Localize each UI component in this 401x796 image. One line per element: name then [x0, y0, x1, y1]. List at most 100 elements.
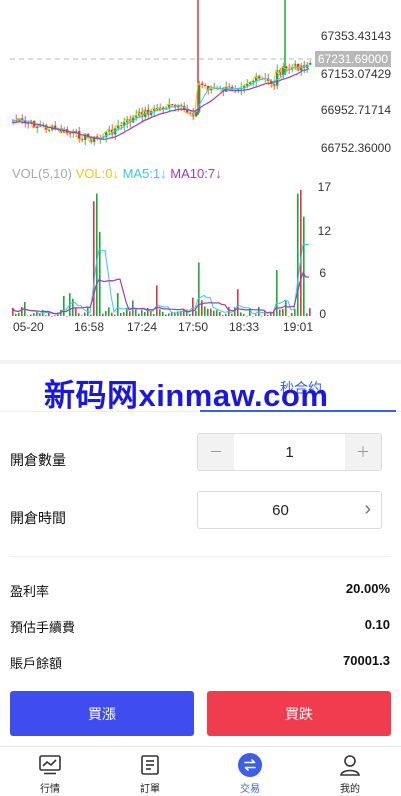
volume-bar — [51, 315, 53, 317]
volume-bar — [90, 314, 92, 316]
vol-legend-ma10: MA10:7↓ — [170, 166, 222, 181]
document-icon — [120, 751, 180, 779]
volume-bar — [201, 300, 203, 316]
quantity-row: 開倉數量 － 1 ＋ — [0, 430, 401, 488]
volume-bar — [306, 313, 308, 316]
nav-orders[interactable]: 訂單 — [120, 751, 180, 795]
nav-market[interactable]: 行情 — [20, 751, 80, 795]
volume-bar — [285, 300, 287, 316]
nav-profile[interactable]: 我的 — [320, 751, 380, 795]
volume-legend: VOL(5,10) VOL:0↓ MA5:1↓ MA10:7↓ — [12, 166, 222, 181]
ma-line-cyan — [11, 65, 310, 139]
volume-bar — [129, 311, 131, 316]
volume-bar — [102, 313, 104, 316]
current-price-tag: 67231.69000 — [314, 51, 391, 67]
volume-bar — [138, 313, 140, 316]
volume-bar — [153, 313, 155, 316]
volume-bar — [84, 312, 86, 316]
volume-bar — [108, 307, 110, 316]
fee-label: 預估手續費 — [10, 620, 76, 635]
buy-down-button[interactable]: 買跌 — [207, 691, 391, 736]
volume-bar — [105, 311, 107, 316]
volume-bar — [216, 310, 218, 316]
price-axis-label: 66752.36000 — [320, 141, 391, 155]
volume-bar — [252, 315, 254, 317]
volume-bar — [258, 306, 260, 316]
chevron-right-icon: › — [364, 498, 371, 520]
volume-axis-label: 0 — [319, 307, 326, 321]
volume-bar — [291, 313, 293, 316]
volume-ma5-line — [11, 243, 310, 315]
volume-bar — [150, 311, 152, 316]
volume-bar — [195, 310, 197, 316]
volume-axis-label: 12 — [317, 224, 331, 238]
volume-bar — [168, 313, 170, 316]
volume-bar — [237, 289, 239, 316]
time-row: 開倉時間 60 › — [0, 488, 401, 546]
volume-bar — [144, 312, 146, 316]
volume-bar — [267, 314, 269, 316]
volume-bar — [210, 308, 212, 316]
volume-bar — [72, 298, 74, 316]
nav-trade[interactable]: 交易 — [220, 751, 280, 795]
time-axis-label: 17:24 — [127, 320, 158, 334]
volume-bar — [222, 315, 224, 316]
time-selector[interactable]: 60 › — [197, 491, 382, 529]
vol-legend-base: VOL(5,10) — [12, 166, 72, 181]
volume-axis-label: 6 — [319, 266, 326, 280]
time-axis-label: 19:01 — [283, 320, 314, 334]
volume-bar — [45, 315, 47, 316]
time-axis-label: 17:50 — [178, 320, 209, 334]
volume-bar — [255, 314, 257, 316]
profit-rate-label: 盈利率 — [10, 584, 50, 599]
balance-label: 賬戶餘額 — [10, 656, 63, 671]
time-axis-label: 16:58 — [74, 320, 105, 334]
watermark: 新码网xinmaw.com — [44, 378, 329, 413]
volume-bar — [18, 312, 20, 316]
volume-bar — [165, 314, 167, 316]
volume-bar — [174, 313, 176, 316]
volume-bar — [15, 313, 17, 316]
vol-legend-vol: VOL:0↓ — [75, 166, 119, 181]
volume-bar — [120, 312, 122, 316]
balance-value: 70001.3 — [343, 653, 390, 668]
volume-axis-label: 17 — [317, 180, 331, 194]
nav-label: 交易 — [240, 784, 260, 795]
volume-bar — [243, 313, 245, 316]
volume-bar — [219, 311, 221, 316]
volume-bar — [240, 312, 242, 316]
volume-bar — [207, 308, 209, 316]
volume-bar — [282, 309, 284, 316]
decrement-button[interactable]: － — [198, 434, 234, 470]
increment-button[interactable]: ＋ — [345, 434, 381, 470]
volume-bar — [288, 315, 290, 317]
volume-bar — [135, 309, 137, 316]
volume-bar — [33, 313, 35, 316]
fee-value: 0.10 — [364, 617, 390, 632]
volume-bar — [198, 262, 200, 316]
volume-bar — [63, 295, 65, 316]
volume-bar — [141, 310, 143, 316]
volume-bar — [279, 309, 281, 316]
volume-bar — [81, 315, 83, 317]
time-label: 開倉時間 — [10, 510, 66, 526]
volume-bar — [162, 311, 164, 316]
volume-bar — [78, 313, 80, 316]
buy-up-button[interactable]: 買漲 — [10, 691, 194, 736]
profit-rate-row: 盈利率 20.00% — [0, 571, 401, 607]
volume-bar — [75, 307, 77, 316]
volume-bar — [294, 309, 296, 316]
nav-label: 我的 — [340, 784, 360, 795]
volume-bar — [204, 306, 206, 316]
volume-bar — [123, 312, 125, 316]
volume-bar — [117, 293, 119, 316]
fee-row: 預估手續費 0.10 — [0, 607, 401, 643]
volume-bar — [66, 315, 68, 317]
volume-bar — [159, 309, 161, 316]
price-axis-label: 67153.07429 — [320, 67, 391, 81]
quantity-input[interactable]: 1 — [234, 434, 345, 470]
volume-bar — [189, 314, 191, 316]
kline-chart[interactable]: 67353.43143 67231.69000 67153.07429 6695… — [0, 0, 401, 360]
volume-bar — [231, 313, 233, 316]
quantity-stepper: － 1 ＋ — [197, 433, 382, 471]
